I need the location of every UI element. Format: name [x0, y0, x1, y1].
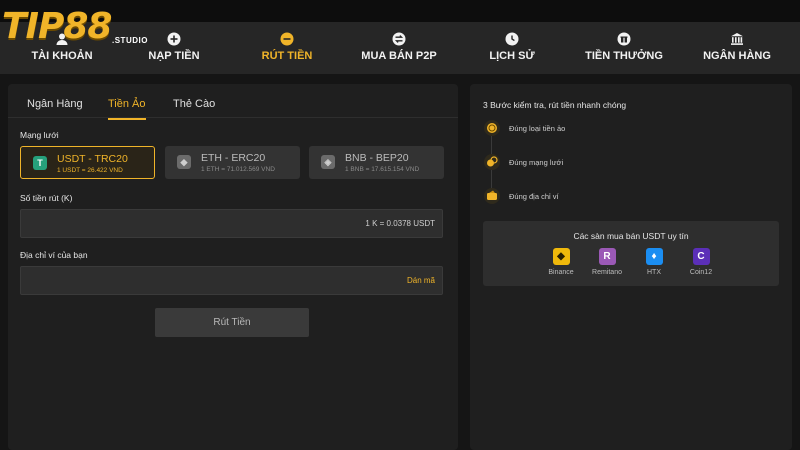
tab-bank[interactable]: Ngân Hàng: [27, 98, 83, 118]
coin12-icon: C: [692, 248, 710, 265]
minus-circle-icon: [280, 32, 294, 46]
wallet-icon: [484, 188, 500, 204]
nav-item-withdraw[interactable]: RÚT TIỀN: [232, 32, 342, 72]
htx-icon: ♦: [645, 248, 663, 265]
exchange-name: Binance: [548, 269, 574, 276]
nav-item-deposit[interactable]: NẠP TIỀN: [119, 32, 229, 72]
bnb-icon: ◈: [321, 155, 335, 169]
nav-item-bank[interactable]: NGÂN HÀNG: [682, 32, 792, 72]
guide-step-text: Đúng loại tiền ảo: [509, 124, 566, 133]
withdraw-form-panel: Ngân Hàng Tiền Ảo Thẻ Cào Mạng lưới T US…: [8, 84, 458, 450]
exchange-name: Remitano: [592, 269, 622, 276]
clock-icon: [505, 32, 519, 46]
network-option-bnb-bep20[interactable]: ◈ BNB - BEP20 1 BNB = 17.615.154 VND: [309, 146, 444, 179]
network-rate: 1 USDT = 26.422 VND: [57, 167, 123, 174]
exchange-name: HTX: [647, 269, 661, 276]
guide-step-text: Đúng địa chỉ ví: [509, 192, 559, 201]
tab-card[interactable]: Thẻ Cào: [173, 98, 215, 118]
paste-button[interactable]: Dán mã: [407, 276, 435, 285]
binance-icon: ◆: [552, 248, 570, 265]
network-icon: [484, 154, 500, 170]
bank-icon: [730, 32, 744, 46]
ethereum-icon: ◆: [177, 155, 191, 169]
coin-icon: [484, 120, 500, 136]
nav-item-account[interactable]: TÀI KHOẢN: [7, 32, 117, 72]
exchange-list-title: Các sàn mua bán USDT uy tín: [573, 231, 689, 241]
network-rate: 1 BNB = 17.615.154 VND: [345, 166, 420, 173]
network-title: ETH - ERC20: [201, 152, 266, 164]
exchange-coin12[interactable]: C Coin12: [681, 248, 721, 276]
amount-label: Số tiền rút (K): [20, 193, 73, 203]
nav-label: RÚT TIỀN: [261, 50, 313, 62]
nav-label: NẠP TIỀN: [148, 50, 200, 62]
network-option-eth-erc20[interactable]: ◆ ETH - ERC20 1 ETH = 71.012.569 VND: [165, 146, 300, 179]
exchange-remitano[interactable]: R Remitano: [587, 248, 627, 276]
gift-icon: [617, 32, 631, 46]
guide-step-text: Đúng mạng lưới: [509, 158, 564, 167]
network-title: BNB - BEP20: [345, 152, 409, 164]
network-title: USDT - TRC20: [57, 153, 128, 165]
step-connector: [491, 170, 492, 190]
wallet-address-label: Địa chỉ ví của bạn: [20, 250, 88, 260]
tether-icon: T: [33, 156, 47, 170]
nav-label: MUA BÁN P2P: [361, 50, 437, 62]
user-icon: [55, 32, 69, 46]
exchange-name: Coin12: [689, 269, 713, 276]
nav-item-history[interactable]: LỊCH SỬ: [457, 32, 567, 72]
guide-title: 3 Bước kiểm tra, rút tiền nhanh chóng: [483, 100, 627, 110]
nav-item-bonus[interactable]: TIỀN THƯỞNG: [569, 32, 679, 72]
remitano-icon: R: [598, 248, 616, 265]
network-label: Mạng lưới: [20, 130, 59, 140]
plus-circle-icon: [167, 32, 181, 46]
tab-crypto[interactable]: Tiền Ảo: [108, 98, 146, 120]
nav-item-p2p[interactable]: MUA BÁN P2P: [344, 32, 454, 72]
method-tabs: Ngân Hàng Tiền Ảo Thẻ Cào: [8, 84, 458, 120]
withdraw-submit-button[interactable]: Rút Tiền: [155, 308, 309, 337]
exchange-list: Các sàn mua bán USDT uy tín ◆ Binance R …: [483, 221, 779, 286]
network-option-usdt-trc20[interactable]: T USDT - TRC20 1 USDT = 26.422 VND: [20, 146, 155, 179]
nav-label: TIỀN THƯỞNG: [585, 50, 663, 62]
network-rate: 1 ETH = 71.012.569 VND: [201, 166, 275, 173]
exchange-binance[interactable]: ◆ Binance: [541, 248, 581, 276]
amount-conversion-hint: 1 K = 0.0378 USDT: [365, 219, 435, 228]
nav-label: TÀI KHOẢN: [31, 50, 93, 62]
wallet-address-input[interactable]: Dán mã: [20, 266, 443, 295]
amount-input[interactable]: 1 K = 0.0378 USDT: [20, 209, 443, 238]
nav-label: NGÂN HÀNG: [703, 50, 771, 62]
nav-label: LỊCH SỬ: [489, 50, 535, 62]
swap-icon: [392, 32, 406, 46]
exchange-htx[interactable]: ♦ HTX: [634, 248, 674, 276]
step-connector: [491, 136, 492, 156]
withdraw-guide-panel: 3 Bước kiểm tra, rút tiền nhanh chóng Đú…: [470, 84, 792, 450]
